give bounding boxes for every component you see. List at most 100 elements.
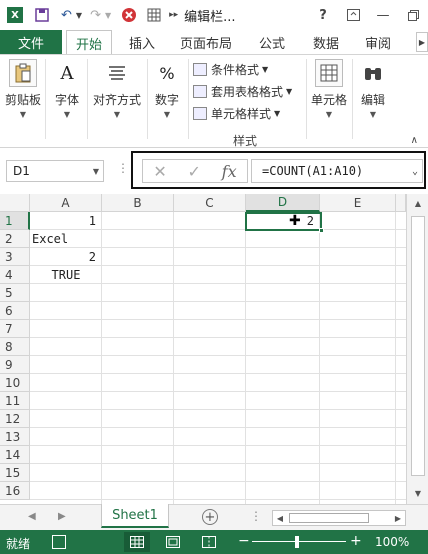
redo-icon[interactable]: ↷ xyxy=(90,4,101,26)
row-header-8[interactable]: 8 xyxy=(0,338,30,356)
row-header-1[interactable]: 1 xyxy=(0,212,30,230)
tab-formulas[interactable]: 公式 xyxy=(250,30,294,54)
conditional-format-button[interactable]: 条件格式 ▼ xyxy=(193,59,268,79)
vertical-scrollbar[interactable]: ▲ ▼ xyxy=(406,194,428,504)
scroll-left-icon[interactable]: ◀ xyxy=(274,512,286,524)
page-layout-view-icon[interactable] xyxy=(160,532,186,552)
enter-icon[interactable]: ✓ xyxy=(188,162,201,181)
insert-function-icon[interactable]: fx xyxy=(222,162,237,181)
cell-a2[interactable]: Excel xyxy=(30,230,102,248)
table-icon[interactable] xyxy=(147,4,161,26)
vertical-scroll-thumb[interactable] xyxy=(411,216,425,476)
normal-view-icon[interactable] xyxy=(124,532,150,552)
restore-icon[interactable] xyxy=(398,4,428,26)
horizontal-scroll-thumb[interactable] xyxy=(289,513,369,523)
formula-bar-resize-icon[interactable]: ⋮ xyxy=(117,161,130,175)
zoom-level[interactable]: 100% xyxy=(375,535,409,549)
alignment-group[interactable]: 对齐方式 ▼ xyxy=(90,59,144,119)
scroll-down-icon[interactable]: ▼ xyxy=(411,486,425,500)
row-header-10[interactable]: 10 xyxy=(0,374,30,392)
chevron-down-icon: ▼ xyxy=(63,110,71,119)
undo-icon[interactable]: ↶ xyxy=(61,4,72,26)
sheet-next-icon[interactable]: ▶ xyxy=(58,511,66,522)
excel-logo-icon: X xyxy=(7,7,23,23)
row-header-16[interactable]: 16 xyxy=(0,482,30,500)
scroll-right-icon[interactable]: ▶ xyxy=(392,512,404,524)
redo-dropdown-icon[interactable]: ▼ xyxy=(105,4,111,26)
formula-bar: D1 ▼ ⋮ ✕ ✓ fx =COUNT(A1:A10) ⌄ xyxy=(0,148,428,194)
binoculars-icon xyxy=(359,59,387,87)
cell-styles-button[interactable]: 单元格样式 ▼ xyxy=(193,103,280,123)
worksheet-grid[interactable]: A B C D E 1 2 3 4 5 6 7 8 9 10 11 12 13 14 15 16 1 Exce… xyxy=(0,194,428,504)
zoom-slider-track[interactable] xyxy=(252,541,346,542)
font-group[interactable]: A 字体 ▼ xyxy=(50,59,84,120)
gridline-vertical xyxy=(395,212,396,504)
editing-group[interactable]: 编辑 ▼ xyxy=(356,59,390,119)
row-header-3[interactable]: 3 xyxy=(0,248,30,266)
tab-data[interactable]: 数据 xyxy=(304,30,348,54)
row-header-2[interactable]: 2 xyxy=(0,230,30,248)
tab-split-icon[interactable]: ⋮ xyxy=(250,509,262,523)
expand-formula-bar-icon[interactable]: ⌄ xyxy=(412,166,418,177)
collapse-ribbon-icon[interactable]: ∧ xyxy=(411,135,418,146)
clipboard-group[interactable]: 剪贴板 ▼ xyxy=(4,59,42,119)
horizontal-scrollbar[interactable]: ◀ ▶ xyxy=(272,510,406,526)
column-header-b[interactable]: B xyxy=(102,194,174,212)
row-header-5[interactable]: 5 xyxy=(0,284,30,302)
sheet-tab-sheet1[interactable]: Sheet1 xyxy=(101,504,169,528)
cell-a4[interactable]: TRUE xyxy=(30,266,102,284)
tab-scroll-right-icon[interactable]: ▶ xyxy=(416,32,428,52)
formula-text: =COUNT(A1:A10) xyxy=(262,164,364,178)
row-header-9[interactable]: 9 xyxy=(0,356,30,374)
zoom-in-button[interactable]: + xyxy=(350,533,362,549)
undo-dropdown-icon[interactable]: ▼ xyxy=(76,4,82,26)
row-header-11[interactable]: 11 xyxy=(0,392,30,410)
name-box[interactable]: D1 ▼ xyxy=(6,160,104,182)
cell-a1[interactable]: 1 xyxy=(30,212,102,230)
sheet-prev-icon[interactable]: ◀ xyxy=(28,511,36,522)
tab-home[interactable]: 开始 xyxy=(66,30,112,55)
cancel-icon[interactable]: ✕ xyxy=(153,162,166,181)
close-circle-icon[interactable] xyxy=(121,4,137,26)
column-header-e[interactable]: E xyxy=(320,194,396,212)
column-header-d[interactable]: D xyxy=(246,194,320,212)
tab-page-layout[interactable]: 页面布局 xyxy=(174,30,238,54)
fill-handle[interactable] xyxy=(319,228,324,233)
ribbon-separator xyxy=(352,59,353,139)
chevron-down-icon[interactable]: ▼ xyxy=(93,167,99,176)
tab-file[interactable]: 文件 xyxy=(0,30,62,54)
column-header-f[interactable] xyxy=(396,194,406,212)
row-header-13[interactable]: 13 xyxy=(0,428,30,446)
row-header-15[interactable]: 15 xyxy=(0,464,30,482)
cells-group[interactable]: 单元格 ▼ xyxy=(309,59,349,119)
number-group[interactable]: % 数字 ▼ xyxy=(150,59,184,120)
page-break-view-icon[interactable] xyxy=(196,532,222,552)
tab-review[interactable]: 审阅 xyxy=(356,30,400,54)
select-all-corner[interactable] xyxy=(0,194,30,212)
row-header-6[interactable]: 6 xyxy=(0,302,30,320)
formula-input[interactable]: =COUNT(A1:A10) ⌄ xyxy=(251,159,423,183)
help-button[interactable]: ? xyxy=(308,4,338,26)
gridline-vertical xyxy=(245,212,246,504)
format-as-table-button[interactable]: 套用表格格式 ▼ xyxy=(193,81,292,101)
tab-insert[interactable]: 插入 xyxy=(120,30,164,54)
chevron-down-icon: ▼ xyxy=(286,86,293,96)
minimize-icon[interactable]: — xyxy=(368,4,398,26)
row-header-14[interactable]: 14 xyxy=(0,446,30,464)
cell-a3[interactable]: 2 xyxy=(30,248,102,266)
row-header-12[interactable]: 12 xyxy=(0,410,30,428)
row-header-7[interactable]: 7 xyxy=(0,320,30,338)
more-icon[interactable]: ▸▸ xyxy=(169,4,178,26)
formula-bar-highlight: ✕ ✓ fx =COUNT(A1:A10) ⌄ xyxy=(131,151,426,189)
ribbon-display-options-icon[interactable] xyxy=(338,4,368,26)
row-header-4[interactable]: 4 xyxy=(0,266,30,284)
zoom-out-button[interactable]: − xyxy=(238,533,250,549)
save-icon[interactable] xyxy=(35,4,49,26)
zoom-slider-thumb[interactable] xyxy=(295,536,299,548)
scroll-up-icon[interactable]: ▲ xyxy=(411,196,425,210)
font-label: 字体 xyxy=(54,93,79,107)
column-header-a[interactable]: A xyxy=(30,194,102,212)
column-header-c[interactable]: C xyxy=(174,194,246,212)
macro-record-icon[interactable] xyxy=(52,535,66,549)
add-sheet-icon[interactable]: + xyxy=(202,509,218,525)
